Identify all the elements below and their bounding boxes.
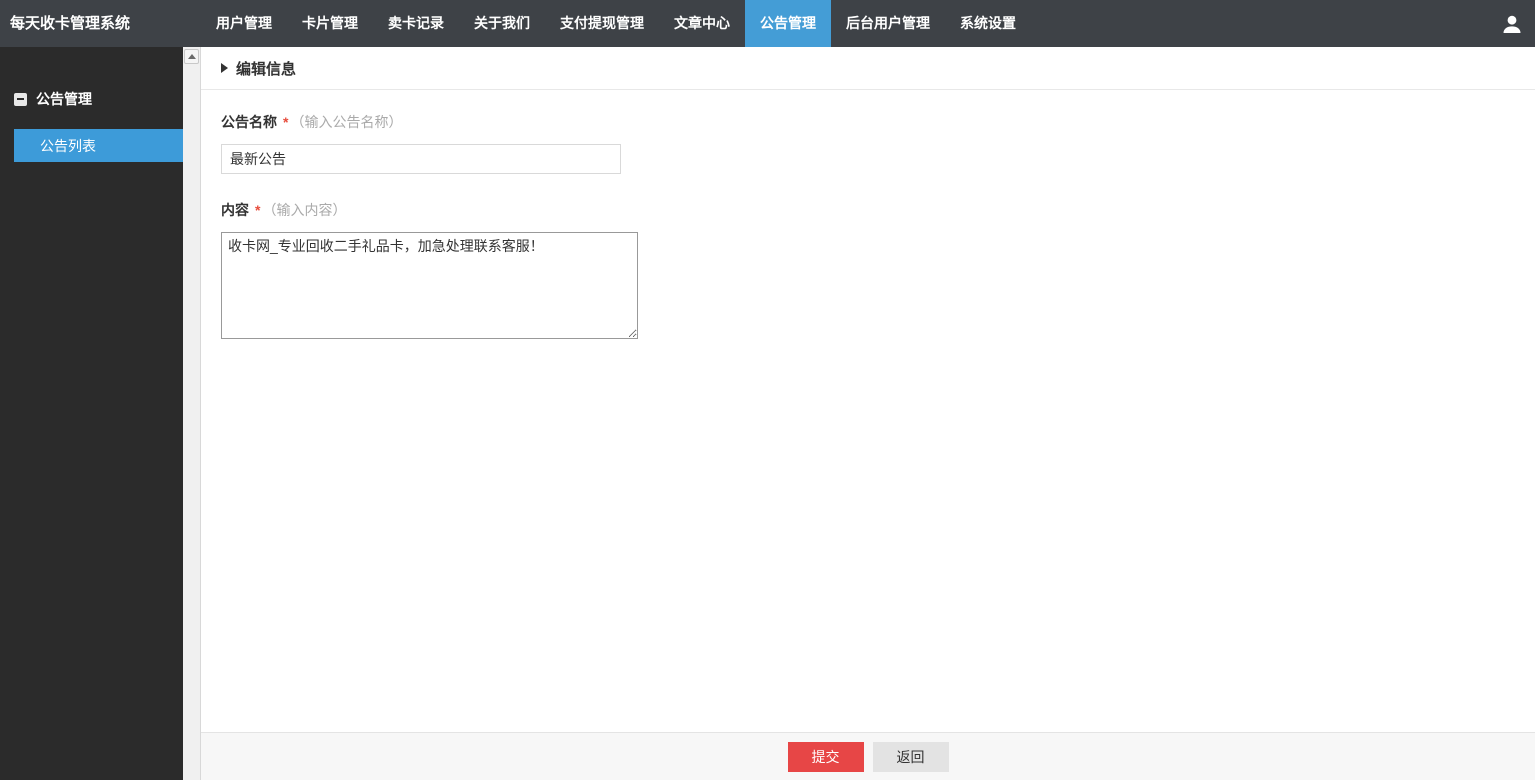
content-textarea[interactable]: 收卡网_专业回收二手礼品卡，加急处理联系客服！ bbox=[221, 232, 638, 339]
vertical-scrollbar[interactable] bbox=[183, 47, 201, 780]
main-content: 编辑信息 公告名称 * （输入公告名称） 内容 * （输入内容） 收卡网_专业回… bbox=[201, 47, 1535, 780]
sidebar-group-label: 公告管理 bbox=[36, 91, 92, 107]
nav-item-payment-withdrawal[interactable]: 支付提现管理 bbox=[545, 0, 659, 47]
nav-item-article-center[interactable]: 文章中心 bbox=[659, 0, 745, 47]
sidebar: 公告管理 公告列表 bbox=[0, 47, 183, 780]
announcement-name-input[interactable] bbox=[221, 144, 621, 174]
nav-menu: 用户管理 卡片管理 卖卡记录 关于我们 支付提现管理 文章中心 公告管理 后台用… bbox=[201, 0, 1031, 47]
nav-item-card-sale-records[interactable]: 卖卡记录 bbox=[373, 0, 459, 47]
caret-right-icon bbox=[221, 63, 228, 73]
announcement-name-hint: （输入公告名称） bbox=[290, 114, 403, 130]
app-window: 每天收卡管理系统 用户管理 卡片管理 卖卡记录 关于我们 支付提现管理 文章中心… bbox=[0, 0, 1535, 780]
nav-item-backend-user-management[interactable]: 后台用户管理 bbox=[831, 0, 945, 47]
sidebar-item-announcement-list[interactable]: 公告列表 bbox=[14, 129, 183, 162]
main-layout: 公告管理 公告列表 编辑信息 公告名称 * （输入公告名称） 最新公告 内容 *… bbox=[0, 47, 1535, 780]
minus-square-icon bbox=[14, 92, 27, 106]
nav-item-system-settings[interactable]: 系统设置 bbox=[945, 0, 1031, 47]
nav-item-announcement-management[interactable]: 公告管理 bbox=[745, 0, 831, 47]
back-button[interactable]: 返回 bbox=[872, 741, 949, 772]
announcement-name-label: 公告名称 bbox=[221, 114, 277, 130]
app-title: 每天收卡管理系统 bbox=[10, 15, 131, 32]
nav-item-about-us[interactable]: 关于我们 bbox=[459, 0, 545, 47]
sidebar-group-announcement[interactable]: 公告管理 bbox=[0, 85, 183, 113]
content-hint: （输入内容） bbox=[262, 202, 347, 218]
edit-form: 公告名称 * （输入公告名称） 内容 * （输入内容） 收卡网_专业回收二手礼品… bbox=[201, 90, 1535, 339]
top-nav: 每天收卡管理系统 用户管理 卡片管理 卖卡记录 关于我们 支付提现管理 文章中心… bbox=[0, 0, 1535, 47]
nav-item-card-management[interactable]: 卡片管理 bbox=[287, 0, 373, 47]
user-avatar-button[interactable] bbox=[1489, 0, 1535, 47]
scroll-up-button[interactable] bbox=[184, 49, 199, 64]
triangle-up-icon bbox=[187, 54, 196, 59]
announcement-name-label-row: 公告名称 * （输入公告名称） bbox=[221, 112, 1535, 132]
user-icon bbox=[1500, 12, 1524, 36]
section-title: 编辑信息 bbox=[236, 60, 297, 78]
nav-item-user-management[interactable]: 用户管理 bbox=[201, 0, 287, 47]
required-asterisk: * bbox=[283, 114, 289, 130]
field-gap bbox=[221, 174, 1535, 200]
section-header: 编辑信息 bbox=[201, 47, 1535, 90]
content-label: 内容 bbox=[221, 202, 249, 218]
sidebar-item-label: 公告列表 bbox=[40, 137, 96, 154]
footer-action-bar: 提交 返回 bbox=[201, 732, 1535, 780]
required-asterisk: * bbox=[255, 202, 261, 218]
submit-button[interactable]: 提交 bbox=[787, 741, 864, 772]
content-label-row: 内容 * （输入内容） bbox=[221, 200, 1535, 220]
